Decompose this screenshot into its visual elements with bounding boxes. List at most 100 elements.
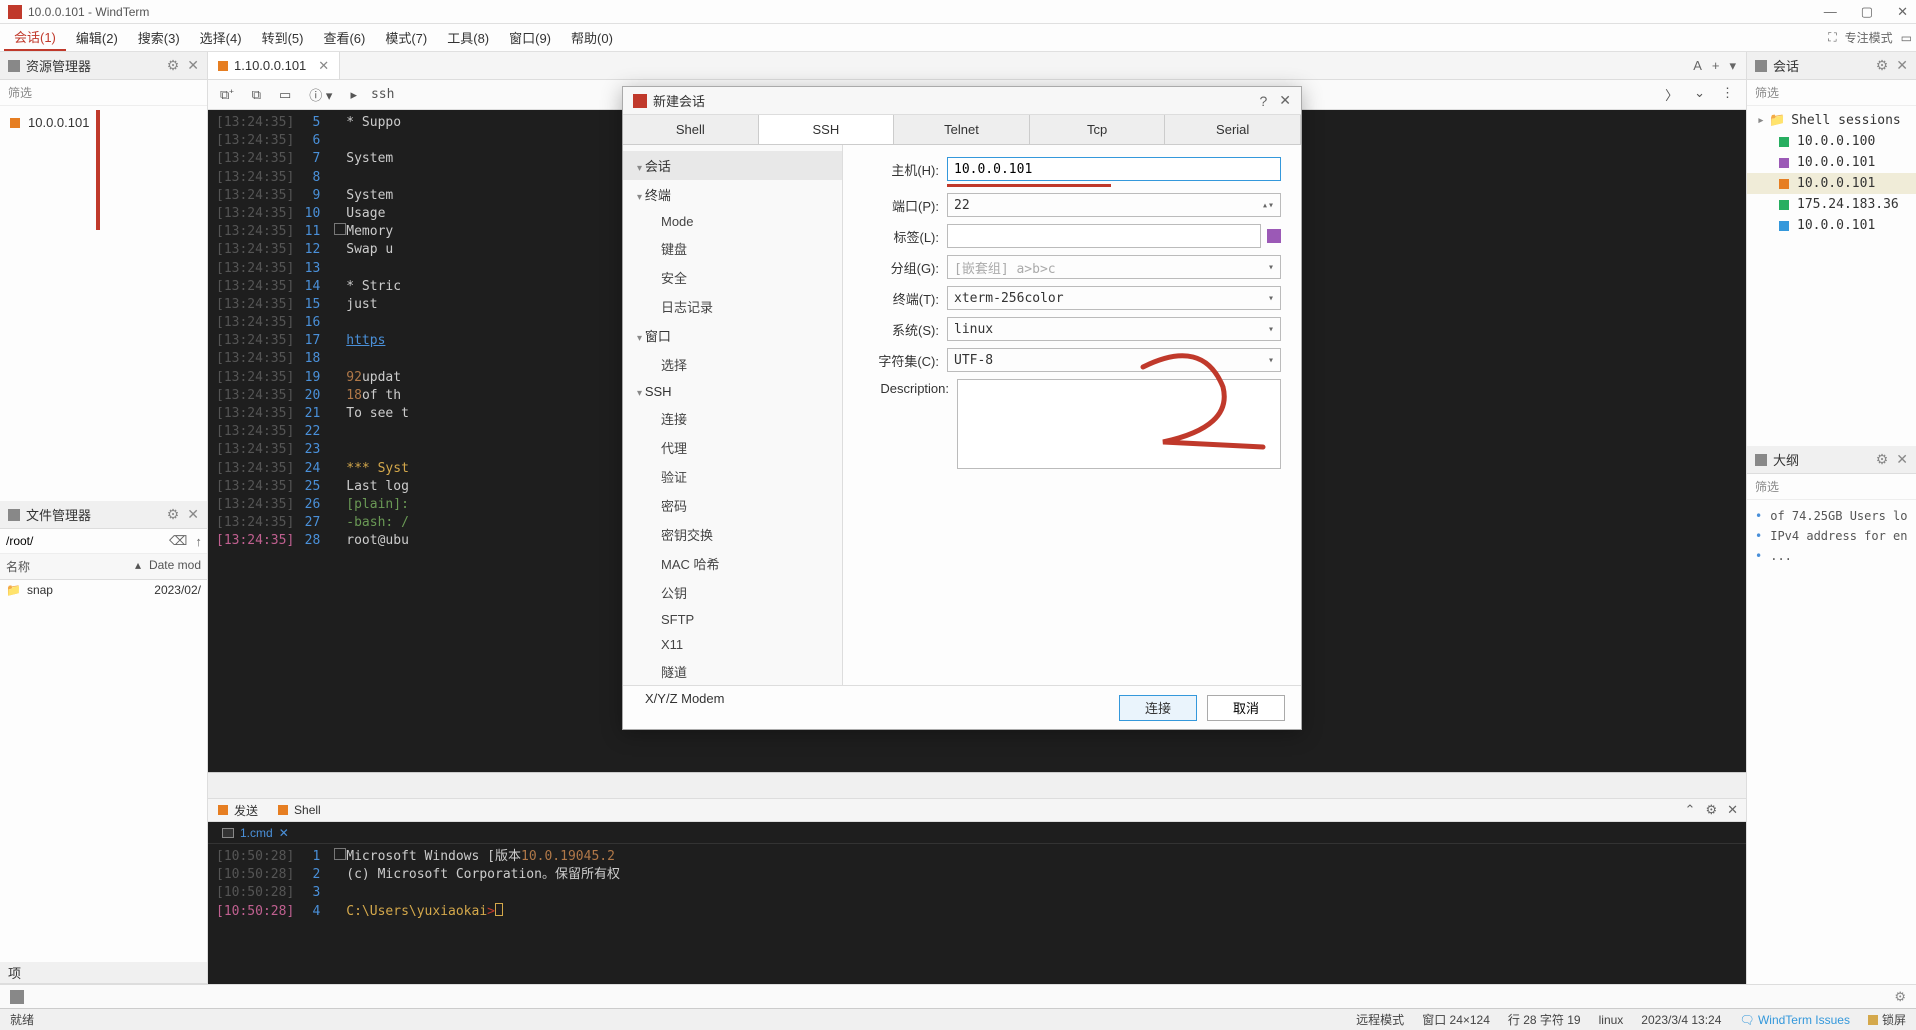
menu-select[interactable]: 选择(4) (190, 25, 252, 50)
cmd-tab[interactable]: 1.cmd ✕ (214, 826, 297, 840)
system-select[interactable]: linux▾ (947, 317, 1281, 341)
help-icon[interactable]: ? (1259, 93, 1267, 109)
bottom-splitter[interactable] (208, 772, 1746, 798)
menu-window[interactable]: 窗口(9) (499, 25, 561, 50)
sidebar-conn[interactable]: 连接 (623, 404, 842, 433)
gear-icon[interactable]: ⚙ (167, 57, 180, 74)
dialog-close-icon[interactable]: ✕ (1279, 92, 1291, 109)
tree-item[interactable]: 10.0.0.101 (8, 112, 199, 133)
maximize-button[interactable]: ▢ (1861, 4, 1873, 20)
resource-filter[interactable]: 筛选 (0, 80, 207, 106)
expand-icon[interactable]: ▸ (1757, 113, 1769, 128)
cancel-button[interactable]: 取消 (1207, 695, 1285, 721)
outline-filter[interactable]: 筛选 (1747, 474, 1916, 500)
close-icon[interactable]: ✕ (187, 57, 199, 74)
send-tab[interactable]: 发送 (208, 800, 268, 821)
sidebar-mac[interactable]: MAC 哈希 (623, 549, 842, 578)
minimize-button[interactable]: — (1824, 4, 1837, 20)
tab-tcp[interactable]: Tcp (1030, 115, 1166, 144)
fm-path-input[interactable] (6, 534, 161, 548)
sidebar-sftp[interactable]: SFTP (623, 607, 842, 632)
session-item[interactable]: 10.0.0.101 (1747, 152, 1916, 173)
dropdown-icon[interactable]: ⌄ (1690, 83, 1709, 106)
sidebar-window[interactable]: 窗口 (623, 321, 842, 350)
outline-item[interactable]: •... (1755, 546, 1908, 566)
menu-view[interactable]: 查看(6) (313, 25, 375, 50)
font-icon[interactable]: A (1693, 58, 1702, 74)
clear-icon[interactable]: ⌫ (169, 533, 187, 549)
menu-goto[interactable]: 转到(5) (252, 25, 314, 50)
split-icon[interactable]: ⧉ (248, 85, 265, 105)
connect-button[interactable]: 连接 (1119, 695, 1197, 721)
sidebar-key[interactable]: 密钥交换 (623, 520, 842, 549)
sidebar-x11[interactable]: X11 (623, 632, 842, 657)
bottom-settings-icon[interactable]: ⚙ (1894, 989, 1906, 1005)
split-handle[interactable] (208, 773, 228, 798)
more-icon[interactable]: ⋮ (1717, 83, 1738, 106)
sidebar-logging[interactable]: 日志记录 (623, 292, 842, 321)
session-item[interactable]: 10.0.0.101 (1747, 215, 1916, 236)
group-input[interactable]: [嵌套组] a>b>c▾ (947, 255, 1281, 279)
gear-icon[interactable]: ⚙ (1876, 57, 1889, 74)
menu-mode[interactable]: 模式(7) (375, 25, 437, 50)
bottom-app-icon[interactable] (10, 990, 24, 1004)
session-filter[interactable]: 筛选 (1747, 80, 1916, 106)
cmd-close-icon[interactable]: ✕ (279, 826, 289, 840)
bottom-terminal[interactable]: [10:50:28]1 Microsoft Windows [版本 10.0.1… (208, 844, 1746, 984)
col-name[interactable]: 名称 (6, 558, 135, 575)
tab-serial[interactable]: Serial (1165, 115, 1301, 144)
close-button[interactable]: ✕ (1897, 4, 1908, 20)
up-icon[interactable]: ↑ (195, 534, 202, 549)
host-input[interactable] (947, 157, 1281, 181)
focus-mode-label[interactable]: 专注模式 (1845, 29, 1893, 46)
menu-edit[interactable]: 编辑(2) (66, 25, 128, 50)
sidebar-security[interactable]: 安全 (623, 263, 842, 292)
session-item[interactable]: 10.0.0.100 (1747, 131, 1916, 152)
focus-mode-icon[interactable]: ⛶ (1828, 30, 1836, 45)
sidebar-mode[interactable]: Mode (623, 209, 842, 234)
status-issues[interactable]: 🗨 WindTerm Issues (1739, 1013, 1850, 1027)
sidebar-terminal[interactable]: 终端 (623, 180, 842, 209)
session-item[interactable]: 10.0.0.101 (1747, 173, 1916, 194)
tag-input[interactable] (947, 224, 1261, 248)
play-icon[interactable]: ▸ (346, 85, 361, 105)
layout-icon[interactable]: ▭ (1901, 31, 1912, 45)
nav-right-icon[interactable]: 〉 (1661, 83, 1682, 106)
table-row[interactable]: 📁 snap 2023/02/ (0, 580, 207, 600)
new-window-icon[interactable]: ⧉⁺ (216, 85, 238, 105)
close-icon[interactable]: ✕ (1896, 451, 1908, 468)
sidebar-pubkey[interactable]: 公钥 (623, 578, 842, 607)
tab-telnet[interactable]: Telnet (894, 115, 1030, 144)
outline-item[interactable]: •of 74.25GB Users lo (1755, 506, 1908, 526)
menu-search[interactable]: 搜索(3) (128, 25, 190, 50)
sidebar-keyboard[interactable]: 键盘 (623, 234, 842, 263)
tab-close-icon[interactable]: ✕ (318, 58, 329, 74)
sidebar-session[interactable]: 会话 (623, 151, 842, 180)
sidebar-proxy[interactable]: 代理 (623, 433, 842, 462)
sidebar-ssh[interactable]: SSH (623, 379, 842, 404)
shell-tab[interactable]: Shell (268, 801, 331, 819)
sidebar-password[interactable]: 密码 (623, 491, 842, 520)
status-lock[interactable]: 锁屏 (1868, 1011, 1906, 1028)
col-date[interactable]: Date mod (149, 558, 201, 575)
sidebar-auth[interactable]: 验证 (623, 462, 842, 491)
close-icon[interactable]: ✕ (187, 506, 199, 523)
shell-folder[interactable]: ▸ 📁 Shell sessions (1747, 110, 1916, 131)
menu-help[interactable]: 帮助(0) (561, 25, 623, 50)
tab-menu-icon[interactable]: ▾ (1729, 58, 1736, 74)
gear-icon[interactable]: ⚙ (1876, 451, 1889, 468)
sort-icon[interactable]: ▴ (135, 558, 141, 575)
term-select[interactable]: xterm-256color▾ (947, 286, 1281, 310)
collapse-icon[interactable]: ⌃ (1685, 802, 1696, 818)
menu-tools[interactable]: 工具(8) (437, 25, 499, 50)
gear-icon[interactable]: ⚙ (1705, 802, 1717, 818)
menu-session[interactable]: 会话(1) (4, 24, 66, 51)
color-chip[interactable] (1267, 229, 1281, 243)
terminal-tab[interactable]: 1.10.0.0.101 ✕ (208, 52, 340, 79)
outline-item[interactable]: •IPv4 address for en (1755, 526, 1908, 546)
tab-ssh[interactable]: SSH (759, 115, 895, 144)
port-input[interactable]: 22▴▾ (947, 193, 1281, 217)
close-icon[interactable]: ✕ (1727, 802, 1738, 818)
add-tab-icon[interactable]: + (1712, 58, 1720, 74)
sidebar-tunnel[interactable]: 隧道 (623, 657, 842, 686)
